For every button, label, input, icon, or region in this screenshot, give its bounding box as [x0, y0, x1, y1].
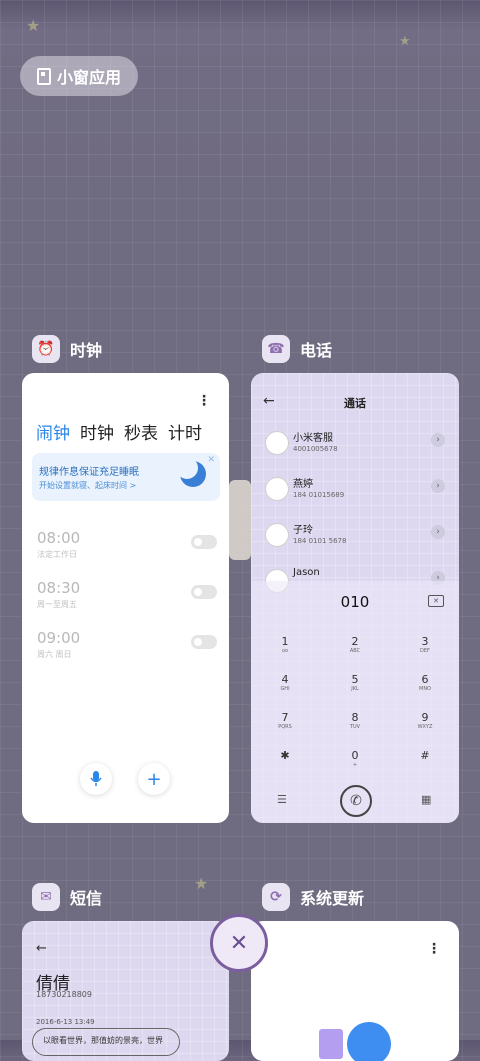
alarm-item[interactable]: 08:00 法定工作日: [37, 529, 217, 569]
menu-icon[interactable]: ☰: [277, 793, 287, 806]
dial-key[interactable]: 3 DEF: [405, 635, 445, 654]
app-header-update: ⟳ 系统更新: [262, 883, 364, 911]
add-alarm-button[interactable]: +: [138, 763, 170, 795]
sms-bubble: 以眼看世界，那值妨的景亮，世界: [32, 1028, 180, 1056]
update-app-icon: ⟳: [262, 883, 290, 911]
microphone-icon: [90, 771, 102, 786]
chevron-right-icon[interactable]: ›: [431, 525, 445, 539]
back-arrow-icon[interactable]: ←: [36, 941, 47, 956]
avatar: [265, 477, 289, 501]
sms-contact-number: 18730218809: [36, 990, 92, 999]
app-name: 电话: [300, 341, 333, 360]
alarm-item[interactable]: 08:30 周一至周五: [37, 579, 217, 619]
contact-number: 184 0101 5678: [293, 537, 347, 545]
alarm-label: 法定工作日: [37, 550, 77, 559]
chevron-right-icon[interactable]: ›: [431, 479, 445, 493]
alarm-toggle[interactable]: [191, 585, 217, 599]
clock-tabs: 闹钟 时钟 秒表 计时: [36, 419, 202, 444]
avatar: [265, 523, 289, 547]
banner-title: 规律作息保证充足睡眠: [39, 467, 139, 478]
phone-app-icon: ☎: [262, 335, 290, 363]
contact-name: 燕婷: [293, 479, 313, 490]
dial-key[interactable]: 6 MNO: [405, 673, 445, 692]
banner-subtitle: 开始设置就寝、起床时间 >: [39, 481, 137, 490]
recent-app-card-update[interactable]: ⋮: [251, 921, 459, 1061]
sms-app-icon: ✉: [32, 883, 60, 911]
alarm-item[interactable]: 09:00 周六 周日: [37, 629, 217, 669]
phone-title: 通话: [344, 397, 366, 410]
dialpad-icon[interactable]: ▦: [421, 793, 431, 806]
close-icon: ✕: [229, 930, 249, 956]
more-icon[interactable]: ⋮: [197, 393, 211, 409]
backspace-icon[interactable]: ✕: [428, 595, 444, 607]
recent-app-card-sms[interactable]: ← 倩倩 18730218809 2016-6-13 13:49 以眼看世界，那…: [22, 921, 229, 1061]
more-icon[interactable]: ⋮: [427, 941, 441, 957]
app-name: 系统更新: [300, 889, 365, 908]
clear-all-button[interactable]: ✕: [210, 914, 268, 972]
chevron-right-icon[interactable]: ›: [431, 433, 445, 447]
app-name: 时钟: [70, 341, 103, 360]
alarm-time: 09:00: [37, 629, 81, 647]
recent-app-card-clock[interactable]: ⋮ 闹钟 时钟 秒表 计时 规律作息保证充足睡眠 开始设置就寝、起床时间 > ✕…: [22, 373, 229, 823]
phone-icon: ✆: [350, 793, 362, 809]
miui-logo-icon: [319, 1029, 343, 1059]
dial-key[interactable]: 5 JKL: [335, 673, 375, 692]
tab-timer[interactable]: 计时: [168, 419, 202, 444]
alarm-label: 周一至周五: [37, 600, 77, 609]
dial-key[interactable]: 0 +: [335, 749, 375, 768]
dial-key[interactable]: ✱: [265, 749, 305, 762]
dial-key[interactable]: 1 oo: [265, 635, 305, 654]
contact-row[interactable]: 小米客服 4001005678 ›: [265, 429, 445, 463]
app-header-phone: ☎ 电话: [262, 335, 332, 363]
contact-number: 4001005678: [293, 445, 338, 453]
app-name: 短信: [70, 889, 103, 908]
dial-key[interactable]: 9 WXYZ: [405, 711, 445, 730]
clock-app-icon: ⏰: [32, 335, 60, 363]
app-header-sms: ✉ 短信: [32, 883, 102, 911]
alarm-toggle[interactable]: [191, 635, 217, 649]
sleep-banner[interactable]: 规律作息保证充足睡眠 开始设置就寝、起床时间 > ✕: [32, 453, 220, 501]
contact-row[interactable]: 燕婷 184 01015689 ›: [265, 475, 445, 509]
moon-icon: [176, 457, 206, 487]
avatar: [265, 431, 289, 455]
alarm-time: 08:30: [37, 579, 81, 597]
dial-key[interactable]: #: [405, 749, 445, 762]
contact-number: 184 01015689: [293, 491, 345, 499]
tab-alarm[interactable]: 闹钟: [36, 419, 70, 444]
miui-logo-circle: [347, 1022, 391, 1061]
call-button[interactable]: ✆: [340, 785, 372, 817]
dial-key[interactable]: 2 ABC: [335, 635, 375, 654]
tab-clock[interactable]: 时钟: [80, 419, 114, 444]
contact-name: Jason: [293, 567, 320, 578]
alarm-time: 08:00: [37, 529, 81, 547]
dialpad: 010 ✕ 1 oo 2 ABC 3 DEF 4 GHI 5 JKL 6 MNO 7 PQRS…: [251, 581, 459, 823]
star-decoration-icon: ★: [26, 16, 41, 35]
sms-date: 2016-6-13 13:49: [36, 1018, 95, 1026]
small-window-button[interactable]: 小窗应用: [20, 56, 138, 96]
star-decoration-icon: ★: [399, 34, 411, 49]
close-icon[interactable]: ✕: [207, 455, 215, 465]
contact-row[interactable]: 子玲 184 0101 5678 ›: [265, 521, 445, 555]
star-decoration-icon: ★: [194, 874, 209, 893]
voice-alarm-button[interactable]: [80, 763, 112, 795]
contact-name: 子玲: [293, 525, 313, 536]
dial-key[interactable]: 7 PQRS: [265, 711, 305, 730]
sheep-decoration: [229, 480, 251, 560]
dial-key[interactable]: 4 GHI: [265, 673, 305, 692]
alarm-label: 周六 周日: [37, 650, 72, 659]
tab-stopwatch[interactable]: 秒表: [124, 419, 158, 444]
contact-name: 小米客服: [293, 433, 333, 444]
dial-key[interactable]: 8 TUV: [335, 711, 375, 730]
small-window-icon: [36, 67, 51, 85]
app-header-clock: ⏰ 时钟: [32, 335, 102, 363]
recent-app-card-phone[interactable]: ← 通话 小米客服 4001005678 › 燕婷 184 01015689 ›…: [251, 373, 459, 823]
small-window-label: 小窗应用: [56, 68, 121, 87]
alarm-toggle[interactable]: [191, 535, 217, 549]
plus-icon: +: [146, 768, 162, 790]
